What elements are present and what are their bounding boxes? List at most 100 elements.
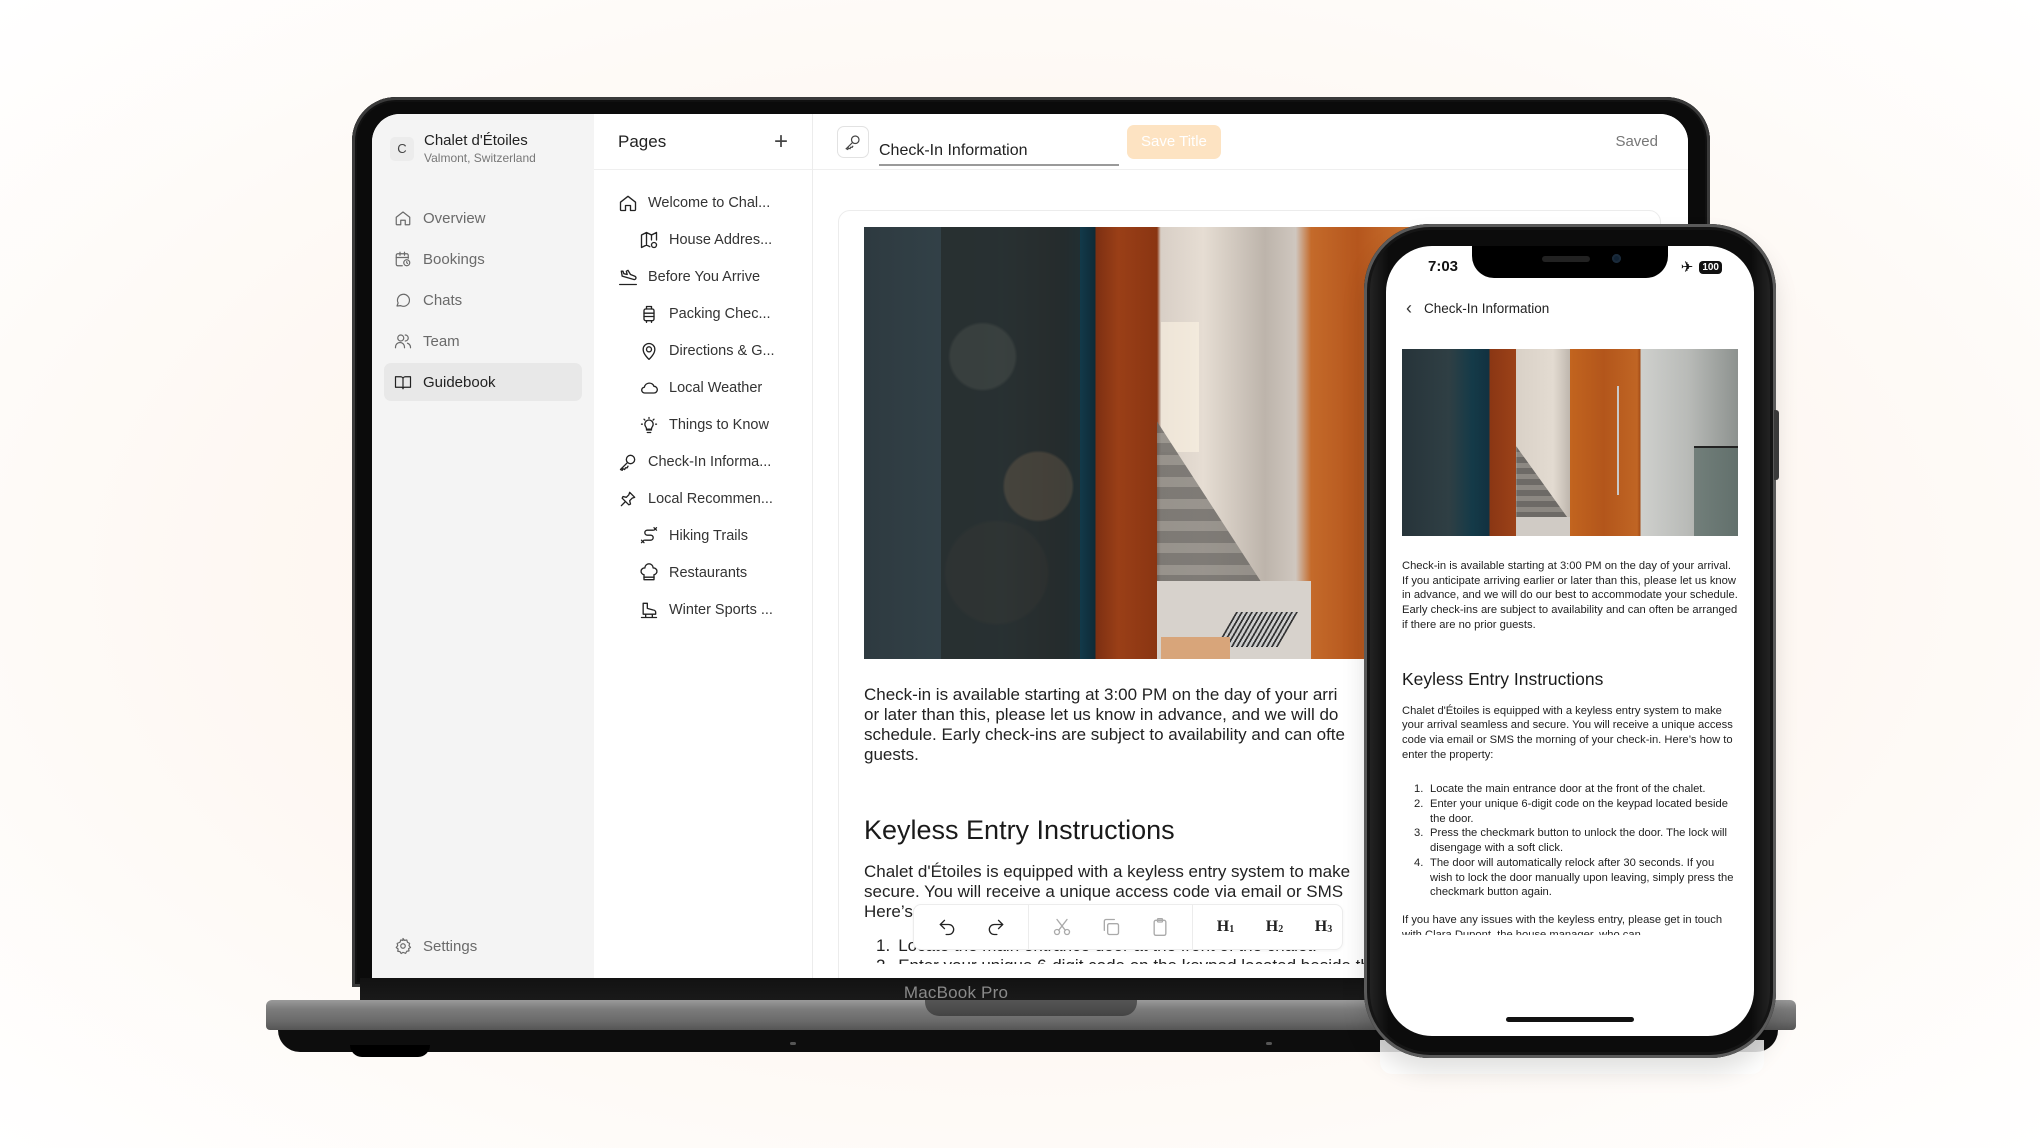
heading-1-button[interactable]: H1 [1201,905,1250,949]
chef-hat-icon [640,562,658,580]
save-status: Saved [1615,133,1658,150]
editor-header: Save Title Saved [813,114,1688,170]
list-number: 3. [1414,827,1424,840]
luggage-icon [643,305,655,323]
heading-1-label: H1 [1216,918,1235,935]
list-number: 1. [876,936,891,955]
sidebar-item-label: Chats [423,291,463,309]
phone-paragraph: Chalet d'Étoiles is equipped with a keyl… [1402,704,1733,761]
list-item: 3. Press the checkmark button to unlock t… [1414,826,1738,855]
page-item[interactable]: Welcome to Chal... [594,184,812,221]
list-item: 4. The door will automatically relock aft… [1414,856,1738,900]
clipboard-icon [1153,918,1166,936]
book-open-icon [394,376,412,390]
redo-icon [988,919,1003,936]
redo-button[interactable] [971,905,1020,949]
phone-page-title: Check-In Information [1424,301,1550,316]
paste-button[interactable] [1135,905,1184,949]
phone-list: 1. Locate the main entrance door at the f… [1402,782,1738,900]
calendar-clock-icon [395,251,411,267]
gear-icon [395,937,412,955]
page-item[interactable]: Local Weather [594,369,812,406]
org-location: Valmont, Switzerland [424,151,536,165]
list-number: 4. [1414,856,1424,869]
key-icon [619,454,636,471]
page-item[interactable]: Before You Arrive [594,258,812,295]
page-item-label: Winter Sports ... [669,601,773,618]
list-item: 2. Enter your unique 6-digit code on the … [1414,797,1738,826]
phone-paragraph: If you have any issues with the keyless … [1402,913,1723,935]
page-item[interactable]: House Addres... [594,221,812,258]
chat-bubble-icon [396,293,411,307]
list-number: 1. [1414,783,1424,796]
sidebar-item-team[interactable]: Team [384,322,582,360]
undo-icon [939,919,954,936]
phone-hero-floor [1516,517,1570,536]
page-title-input[interactable] [879,131,1119,166]
page-item-label: Local Recommen... [648,490,773,507]
heading-3-button[interactable]: H3 [1299,905,1348,949]
page-item-label: Before You Arrive [648,268,761,285]
sidebar-item-bookings[interactable]: Bookings [384,240,582,278]
page-item[interactable]: Directions & G... [594,332,812,369]
page-item-label: Things to Know [669,416,769,433]
page-item-active[interactable]: Check-In Informa... [594,443,812,480]
formatting-toolbar: H1 H2 H3 [913,904,1343,950]
list-number: 2. [876,956,890,964]
org-switcher[interactable]: C Chalet d'Étoiles Valmont, Switzerland [384,132,582,165]
key-icon [845,134,860,150]
add-page-button[interactable]: + [774,129,788,154]
heading-2-label: H2 [1265,918,1284,935]
lightbulb-icon [640,416,658,433]
cut-button[interactable] [1037,905,1086,949]
home-indicator[interactable] [1506,1017,1634,1022]
phone-nav-bar: ‹ Check-In Information [1406,298,1549,319]
heading-2-button[interactable]: H2 [1250,905,1299,949]
phone-screen: 7:03 ✈ 100 ‹ Check-In Information Check-… [1386,246,1754,1036]
laptop-foot [350,1045,430,1057]
undo-button[interactable] [922,905,971,949]
hero-image-mat [1160,637,1231,659]
phone-heading: Keyless Entry Instructions [1402,668,1604,689]
page-item[interactable]: Packing Chec... [594,295,812,332]
pages-panel: Pages + Welcome to Chal... House Addres.… [594,114,813,978]
org-name: Chalet d'Étoiles [424,132,528,149]
location-pin-icon [642,342,656,360]
org-avatar: C [390,136,414,161]
pin-icon [620,491,636,506]
phone-hero-image [1402,349,1738,536]
ice-skate-icon [640,602,658,618]
phone-hero-stairs [1516,446,1570,522]
home-icon [395,211,411,226]
sidebar-item-settings[interactable]: Settings [384,927,582,965]
save-title-button[interactable]: Save Title [1127,124,1221,159]
page-item[interactable]: Restaurants [594,554,812,591]
sidebar-item-label: Team [423,332,460,350]
battery-icon: 100 [1699,260,1722,274]
sidebar-item-overview[interactable]: Overview [384,199,582,237]
page-item[interactable]: Local Recommen... [594,480,812,517]
page-item-label: Local Weather [669,379,763,396]
sidebar-item-guidebook[interactable]: Guidebook [384,363,582,401]
page-item[interactable]: Winter Sports ... [594,591,812,628]
page-item-label: Welcome to Chal... [648,194,771,211]
back-chevron-icon[interactable]: ‹ [1406,298,1412,319]
hero-image-stone-wall [941,227,1080,659]
plane-landing-icon [619,269,637,285]
sidebar-item-label: Settings [423,937,478,955]
page-item[interactable]: Things to Know [594,406,812,443]
sidebar-item-chats[interactable]: Chats [384,281,582,319]
page-item[interactable]: Hiking Trails [594,517,812,554]
list-text: The door will automatically relock after… [1430,856,1734,899]
page-item-label: Check-In Informa... [648,453,772,470]
page-item-label: Packing Chec... [669,305,771,322]
sidebar-item-label: Guidebook [423,373,496,391]
sidebar-item-label: Overview [423,209,486,227]
list-text: Locate the main entrance door at the fro… [1430,783,1706,796]
users-icon [394,334,412,349]
page-icon-picker[interactable] [837,125,869,158]
phone-speaker [1542,256,1590,262]
copy-button[interactable] [1086,905,1135,949]
scissors-icon [1053,918,1070,936]
airplane-icon: ✈ [1680,259,1694,276]
